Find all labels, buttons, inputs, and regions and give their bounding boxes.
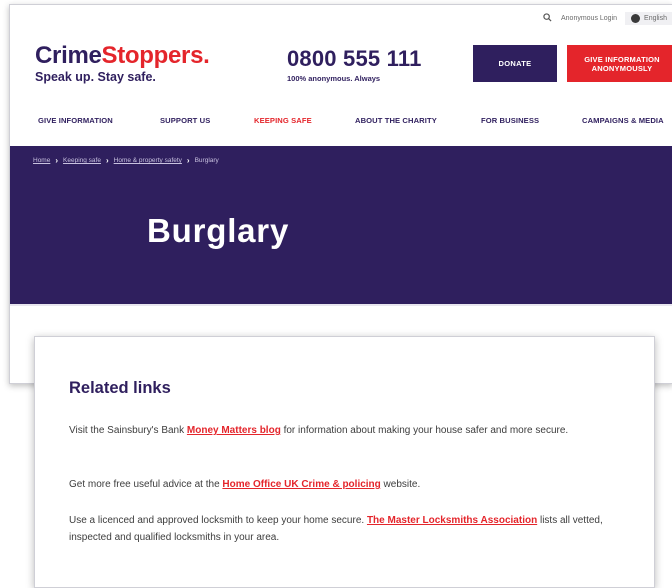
breadcrumb-current: Burglary bbox=[194, 157, 219, 164]
nav-item-keeping-safe[interactable]: KEEPING SAFE bbox=[254, 116, 312, 125]
globe-icon bbox=[631, 13, 641, 23]
nav-item-about-the-charity[interactable]: ABOUT THE CHARITY bbox=[355, 116, 437, 125]
related-links-card: Related links Visit the Sainsbury's Bank… bbox=[34, 336, 655, 588]
phone-number[interactable]: 0800 555 111 bbox=[287, 47, 422, 71]
main-nav: GIVE INFORMATION SUPPORT US KEEPING SAFE… bbox=[10, 113, 672, 131]
master-locksmiths-association-link[interactable]: The Master Locksmiths Association bbox=[367, 515, 537, 526]
chevron-right-icon: › bbox=[186, 156, 190, 165]
nav-item-give-information[interactable]: GIVE INFORMATION bbox=[38, 116, 113, 125]
related-paragraph-locksmiths: Use a licenced and approved locksmith to… bbox=[69, 515, 603, 543]
home-office-crime-policing-link[interactable]: Home Office UK Crime & policing bbox=[222, 479, 380, 490]
utility-bar: Anonymous Login English bbox=[543, 11, 672, 25]
related-paragraph-home-office: Get more free useful advice at the Home … bbox=[69, 479, 421, 490]
donate-button[interactable]: DONATE bbox=[473, 45, 557, 82]
language-selector[interactable]: English bbox=[625, 11, 672, 25]
breadcrumb: Home › Keeping safe › Home & property sa… bbox=[33, 156, 219, 165]
money-matters-blog-link[interactable]: Money Matters blog bbox=[187, 425, 281, 436]
language-label: English bbox=[644, 14, 667, 22]
logo-wordmark: CrimeStoppers. bbox=[35, 42, 210, 69]
breadcrumb-home[interactable]: Home bbox=[33, 157, 50, 164]
nav-item-campaigns-media[interactable]: CAMPAIGNS & MEDIA bbox=[582, 116, 664, 125]
chevron-right-icon: › bbox=[105, 156, 109, 165]
breadcrumb-home-property-safety[interactable]: Home & property safety bbox=[114, 157, 182, 164]
page-title: Burglary bbox=[147, 212, 290, 249]
site-logo[interactable]: CrimeStoppers. Speak up. Stay safe. bbox=[35, 42, 210, 85]
chevron-right-icon: › bbox=[55, 156, 59, 165]
phone-block: 0800 555 111 100% anonymous. Always bbox=[287, 47, 422, 84]
logo-tagline: Speak up. Stay safe. bbox=[35, 70, 156, 84]
hero-divider bbox=[10, 304, 672, 306]
related-paragraph-sainsburys: Visit the Sainsbury's Bank Money Matters… bbox=[69, 425, 569, 436]
nav-item-support-us[interactable]: SUPPORT US bbox=[160, 116, 210, 125]
breadcrumb-keeping-safe[interactable]: Keeping safe bbox=[63, 157, 101, 164]
website-screenshot: Anonymous Login English CrimeStoppers. S… bbox=[9, 4, 672, 384]
related-links-heading: Related links bbox=[69, 379, 171, 397]
anonymous-login-link[interactable]: Anonymous Login bbox=[561, 15, 617, 22]
search-icon[interactable] bbox=[543, 12, 553, 24]
give-information-label: GIVE INFORMATION ANONYMOUSLY bbox=[584, 54, 660, 73]
phone-subtitle: 100% anonymous. Always bbox=[287, 74, 381, 83]
page-hero: Home › Keeping safe › Home & property sa… bbox=[10, 146, 672, 304]
give-information-button[interactable]: GIVE INFORMATION ANONYMOUSLY bbox=[567, 45, 672, 82]
nav-item-for-business[interactable]: FOR BUSINESS bbox=[481, 116, 539, 125]
anonymous-login-label: Anonymous Login bbox=[560, 14, 618, 22]
